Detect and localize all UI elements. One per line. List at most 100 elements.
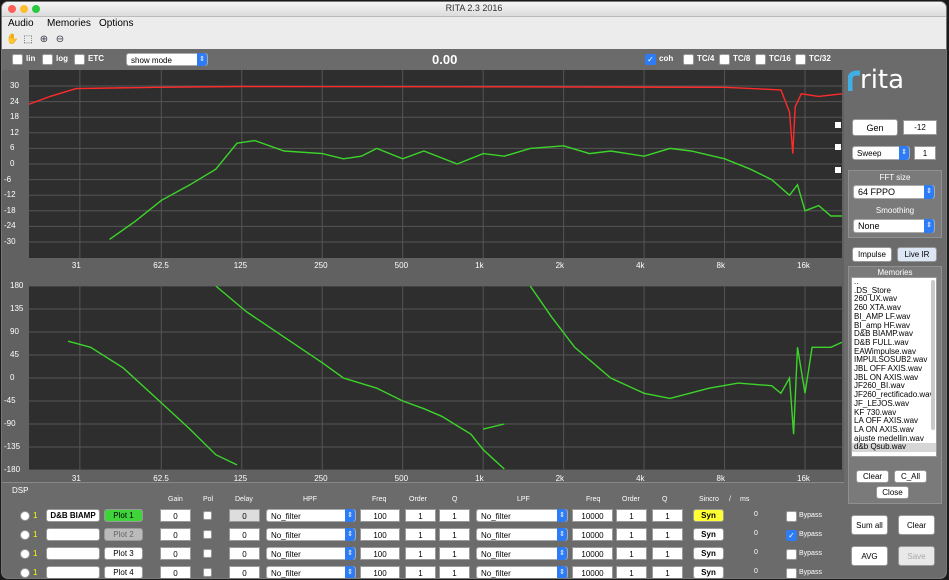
lpf-q-field[interactable]: 1 <box>652 566 683 578</box>
bypass-checkbox[interactable] <box>786 511 797 522</box>
marker-handle[interactable] <box>835 122 841 128</box>
delay-field[interactable]: 0 <box>229 547 260 560</box>
clear-memory-button[interactable]: Clear <box>856 470 889 483</box>
lpf-select[interactable]: No_filter ⇕ <box>476 547 568 560</box>
clear-all-button[interactable]: C_All <box>894 470 927 483</box>
hpf-q-field[interactable]: 1 <box>439 528 470 541</box>
hpf-order-field[interactable]: 1 <box>405 528 436 541</box>
lpf-freq-field[interactable]: 10000 <box>572 528 613 541</box>
save-button[interactable]: Save <box>898 546 935 566</box>
hpf-freq-field[interactable]: 100 <box>360 566 400 578</box>
channel-name-field[interactable]: D&B BIAMP <box>46 509 100 522</box>
gain-field[interactable]: 0 <box>160 566 191 578</box>
lpf-order-field[interactable]: 1 <box>616 528 647 541</box>
tc16-checkbox[interactable] <box>755 54 766 65</box>
lin-checkbox[interactable] <box>12 54 23 65</box>
channel-name-field[interactable] <box>46 566 100 578</box>
polarity-checkbox[interactable] <box>203 568 212 577</box>
impulse-button[interactable]: Impulse <box>852 247 892 262</box>
lpf-q-field[interactable]: 1 <box>652 509 683 522</box>
hpf-order-field[interactable]: 1 <box>405 509 436 522</box>
smoothing-select[interactable]: None ⇕ <box>853 219 935 233</box>
menu-options[interactable]: Options <box>99 18 133 29</box>
bypass-checkbox[interactable] <box>786 549 797 560</box>
memories-scrollbar[interactable] <box>931 280 935 430</box>
hpf-select[interactable]: No_filter ⇕ <box>266 509 356 522</box>
close-memory-button[interactable]: Close <box>876 486 909 499</box>
gain-field[interactable]: 0 <box>160 528 191 541</box>
plot-button[interactable]: Plot 4 <box>104 566 143 578</box>
hpf-order-field[interactable]: 1 <box>405 566 436 578</box>
polarity-checkbox[interactable] <box>203 549 212 558</box>
lpf-freq-field[interactable]: 10000 <box>572 547 613 560</box>
hpf-select[interactable]: No_filter ⇕ <box>266 566 356 578</box>
select-icon[interactable]: ⬚ <box>22 34 34 46</box>
marker-handle[interactable] <box>835 144 841 150</box>
hpf-order-field[interactable]: 1 <box>405 547 436 560</box>
bypass-checkbox[interactable] <box>786 568 797 578</box>
polarity-checkbox[interactable] <box>203 530 212 539</box>
avg-button[interactable]: AVG <box>851 546 888 566</box>
gen-level-field[interactable]: -12 <box>903 120 937 135</box>
hpf-select[interactable]: No_filter ⇕ <box>266 547 356 560</box>
gain-field[interactable]: 0 <box>160 547 191 560</box>
etc-checkbox[interactable] <box>74 54 85 65</box>
channel-radio[interactable] <box>20 511 30 521</box>
sync-button[interactable]: Syn <box>693 547 724 560</box>
log-checkbox[interactable] <box>42 54 53 65</box>
memories-list[interactable]: .. .DS_Store 260 UX.wav 260 XTA.wav BI_AMP L… <box>851 277 937 457</box>
zoom-out-icon[interactable]: ⊖ <box>54 34 66 46</box>
plot-button[interactable]: Plot 1 <box>104 509 143 522</box>
hpf-q-field[interactable]: 1 <box>439 566 470 578</box>
lpf-q-field[interactable]: 1 <box>652 528 683 541</box>
plot-button[interactable]: Plot 3 <box>104 547 143 560</box>
polarity-checkbox[interactable] <box>203 511 212 520</box>
lpf-freq-field[interactable]: 10000 <box>572 509 613 522</box>
sync-button[interactable]: Syn <box>693 566 724 578</box>
clear-sum-button[interactable]: Clear <box>898 515 935 535</box>
channel-radio[interactable] <box>20 568 30 578</box>
gain-field[interactable]: 0 <box>160 509 191 522</box>
sum-all-button[interactable]: Sum all <box>851 515 888 535</box>
fft-size-select[interactable]: 64 FPPO ⇕ <box>853 185 935 199</box>
tc8-checkbox[interactable] <box>719 54 730 65</box>
hand-icon[interactable]: ✋ <box>6 34 18 46</box>
lpf-q-field[interactable]: 1 <box>652 547 683 560</box>
hpf-freq-field[interactable]: 100 <box>360 509 400 522</box>
lpf-order-field[interactable]: 1 <box>616 566 647 578</box>
lpf-freq-field[interactable]: 10000 <box>572 566 613 578</box>
live-ir-button[interactable]: Live IR <box>897 247 937 262</box>
lpf-order-field[interactable]: 1 <box>616 547 647 560</box>
memory-list-item[interactable]: d&b Qsub.wav <box>852 443 936 453</box>
channel-radio[interactable] <box>20 530 30 540</box>
marker-handle[interactable] <box>835 167 841 173</box>
sweep-count-field[interactable]: 1 <box>914 146 936 160</box>
hpf-freq-field[interactable]: 100 <box>360 528 400 541</box>
lpf-order-field[interactable]: 1 <box>616 509 647 522</box>
zoom-in-icon[interactable]: ⊕ <box>38 34 50 46</box>
lpf-select[interactable]: No_filter ⇕ <box>476 528 568 541</box>
channel-radio[interactable] <box>20 549 30 559</box>
hpf-freq-field[interactable]: 100 <box>360 547 400 560</box>
bypass-checkbox[interactable]: ✓ <box>786 530 797 541</box>
hpf-q-field[interactable]: 1 <box>439 547 470 560</box>
tc32-checkbox[interactable] <box>795 54 806 65</box>
menu-memories[interactable]: Memories <box>47 18 91 29</box>
sync-button[interactable]: Syn <box>693 509 724 522</box>
delay-field[interactable]: 0 <box>229 528 260 541</box>
phase-plot[interactable] <box>29 286 842 470</box>
hpf-q-field[interactable]: 1 <box>439 509 470 522</box>
delay-field[interactable]: 0 <box>229 509 260 522</box>
lpf-select[interactable]: No_filter ⇕ <box>476 509 568 522</box>
tc4-checkbox[interactable] <box>683 54 694 65</box>
show-mode-select[interactable]: show mode ⇕ <box>126 53 208 66</box>
channel-name-field[interactable] <box>46 528 100 541</box>
sync-button[interactable]: Syn <box>693 528 724 541</box>
hpf-select[interactable]: No_filter ⇕ <box>266 528 356 541</box>
menu-audio[interactable]: Audio <box>8 18 34 29</box>
channel-name-field[interactable] <box>46 547 100 560</box>
gen-button[interactable]: Gen <box>852 119 898 136</box>
magnitude-plot[interactable] <box>29 70 842 258</box>
delay-field[interactable]: 0 <box>229 566 260 578</box>
sweep-select[interactable]: Sweep ⇕ <box>852 146 910 160</box>
